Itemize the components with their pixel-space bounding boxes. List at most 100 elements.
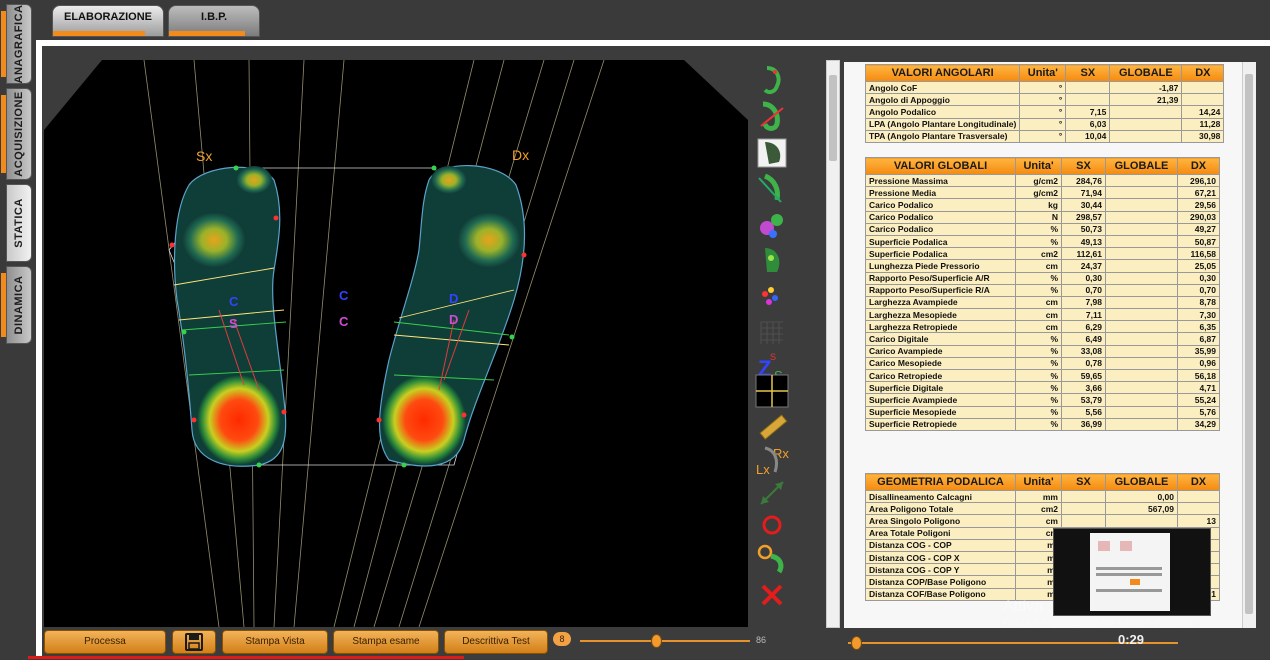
table-row: Superficie Podalica cm2 112,61 116,58 <box>865 247 1220 261</box>
row-label: Superficie Podalica <box>865 247 1016 261</box>
table-cell: cm2 <box>1015 247 1062 261</box>
table-row: Disallineamento Calcagni mm 0,00 <box>865 489 1220 504</box>
save-button[interactable] <box>172 630 216 654</box>
side-tab-statica[interactable]: STATICA <box>6 184 32 262</box>
tab-elaborazione[interactable]: ELABORAZIONE <box>52 5 164 37</box>
table-cell: cm <box>1015 259 1062 273</box>
table-cell <box>1105 381 1178 395</box>
middle-scrollbar[interactable] <box>826 60 840 628</box>
floppy-icon <box>185 633 203 651</box>
foot-zones-icon[interactable] <box>755 208 789 242</box>
table-cell: 7,11 <box>1061 308 1106 322</box>
table-row: Carico Mesopiede% 0,78 0,96 <box>865 356 1220 371</box>
side-tab-acquisizione[interactable]: ACQUISIZIONE <box>1 88 32 180</box>
table-cell: 50,73 <box>1061 222 1106 236</box>
table-cell <box>1061 514 1106 528</box>
table-cell: 6,29 <box>1061 320 1106 334</box>
row-label: Area Singolo Poligono <box>865 514 1016 528</box>
lx-rx-icon[interactable]: LxRx <box>755 444 789 478</box>
table-cell: 35,99 <box>1177 344 1220 358</box>
close-icon[interactable] <box>755 578 789 612</box>
arrows-icon[interactable] <box>755 476 789 510</box>
pressure-canvas[interactable]: Sx Dx C S C C D D <box>44 60 748 627</box>
row-label: Rapporto Peso/Superficie R/A <box>865 283 1016 297</box>
left-cop-marker: C <box>229 294 239 309</box>
table-cell: % <box>1015 234 1062 249</box>
table-row: Larghezza Retropiede cm 6,29 6,35 <box>865 320 1220 334</box>
row-label: Distanza COF/Base Poligono <box>865 587 1016 601</box>
row-label: Superficie Retropiede <box>865 417 1016 431</box>
table-cell <box>1061 502 1106 516</box>
grid-icon[interactable] <box>755 316 789 350</box>
table-cell: 3,66 <box>1061 381 1106 395</box>
table-cell: -1,87 <box>1109 80 1183 95</box>
table-cell <box>1105 271 1178 285</box>
foot-outline-icon[interactable] <box>755 64 789 98</box>
table-cell: 71,94 <box>1061 186 1106 200</box>
table-header-cell: SX <box>1061 157 1106 175</box>
table-cell <box>1105 247 1178 261</box>
table-header-cell: Unita' <box>1019 64 1067 82</box>
table-cell: ° <box>1019 129 1067 143</box>
video-thumbnail[interactable] <box>1053 528 1211 616</box>
row-label: Carico Podalico <box>865 198 1016 212</box>
table-cell: 36,99 <box>1061 417 1106 431</box>
panel-scroll-thumb[interactable] <box>1245 74 1253 614</box>
foot-pressure-map: Sx Dx C S C C D D <box>44 60 748 627</box>
table-cell: 6,87 <box>1177 332 1220 346</box>
table-cell: 290,03 <box>1177 210 1220 224</box>
table-cell <box>1105 368 1178 383</box>
foot-shape-icon[interactable] <box>755 136 789 170</box>
descrittiva-test-button[interactable]: Descrittiva Test <box>444 630 548 654</box>
row-label: Disallineamento Calcagni <box>865 489 1016 504</box>
table-cell: 50,87 <box>1177 234 1220 249</box>
row-label: Area Poligono Totale <box>865 502 1016 516</box>
row-label: Larghezza Avampiede <box>865 295 1016 310</box>
circle-foot-icon[interactable] <box>755 542 789 576</box>
side-tab-anagrafica[interactable]: ANAGRAFICA <box>1 4 32 84</box>
table-cell: 4,71 <box>1177 381 1220 395</box>
table-cell <box>1105 186 1178 200</box>
table-cell <box>1061 489 1106 504</box>
ruler-icon[interactable] <box>755 410 789 444</box>
table-cell <box>1105 198 1178 212</box>
table-cell <box>1105 222 1178 236</box>
video-timeline-thumb[interactable] <box>850 636 862 650</box>
crosshair-icon[interactable] <box>755 374 789 408</box>
stampa-esame-button[interactable]: Stampa esame <box>333 630 439 654</box>
circle-icon[interactable] <box>755 508 789 542</box>
table-header-cell: DX <box>1177 473 1220 491</box>
side-tab-dinamica[interactable]: DINAMICA <box>1 266 32 344</box>
table-row: Area Singolo Poligono cm 13 <box>865 514 1220 528</box>
row-label: Superficie Podalica <box>865 234 1016 249</box>
cop-dots-icon[interactable] <box>755 280 789 314</box>
svg-text:Lx: Lx <box>756 462 770 477</box>
row-label: Larghezza Retropiede <box>865 320 1016 334</box>
foot-axis-icon[interactable] <box>755 100 789 134</box>
processa-button[interactable]: Processa <box>44 630 166 654</box>
tab-ibp[interactable]: I.B.P. <box>168 5 260 37</box>
foot-pressure-icon[interactable] <box>755 244 789 278</box>
foot-line-icon[interactable] <box>755 172 789 206</box>
scroll-thumb[interactable] <box>829 75 837 161</box>
table-header-cell: SX <box>1065 64 1111 82</box>
panel-scrollbar[interactable] <box>1242 62 1256 628</box>
table-cell: cm <box>1015 295 1062 310</box>
table-cell <box>1105 234 1178 249</box>
stampa-vista-button[interactable]: Stampa Vista <box>222 630 328 654</box>
table-cell <box>1105 417 1178 431</box>
row-label: Carico Retropiede <box>865 368 1016 383</box>
table-row: Carico Podalico N 298,57 290,03 <box>865 210 1220 224</box>
row-label: Pressione Media <box>865 186 1016 200</box>
zoom-slider[interactable] <box>580 640 750 642</box>
table-row: Superficie Digitale% 3,66 4,71 <box>865 381 1220 395</box>
row-label: Distanza COG - COP X <box>865 550 1016 565</box>
table-row: Pressione Media g/cm2 71,94 67,21 <box>865 186 1220 200</box>
table-cell: 0,30 <box>1061 271 1106 285</box>
table-cell: % <box>1015 222 1062 236</box>
table-cell: 116,58 <box>1177 247 1220 261</box>
table-cell: 21,39 <box>1109 93 1183 107</box>
table-cell <box>1105 514 1178 528</box>
table-cell: 25,05 <box>1177 259 1220 273</box>
zoom-slider-thumb[interactable] <box>650 634 662 648</box>
